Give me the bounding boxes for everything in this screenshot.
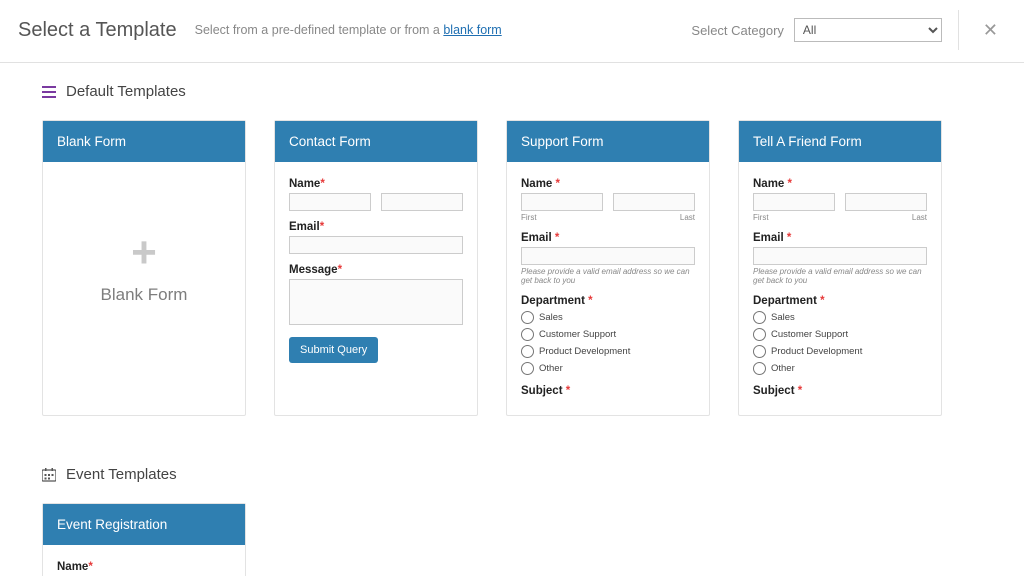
- hint-text: Please provide a valid email address so …: [521, 267, 695, 285]
- blank-form-link[interactable]: blank form: [443, 23, 501, 37]
- blank-label: Blank Form: [101, 285, 188, 305]
- field-label: Department: [521, 295, 588, 307]
- card-title: Tell A Friend Form: [739, 121, 941, 162]
- field-label: Subject: [753, 385, 798, 397]
- radio-option: Sales: [521, 311, 695, 324]
- input: [845, 193, 927, 211]
- category-select[interactable]: All: [794, 18, 942, 42]
- content-scroll[interactable]: Default Templates Blank Form + Blank For…: [0, 45, 1012, 576]
- list-icon: [42, 85, 56, 99]
- input: [753, 193, 835, 211]
- divider: [958, 10, 959, 50]
- field-label: Name: [289, 178, 320, 190]
- input: [521, 193, 603, 211]
- field-label: Email: [753, 232, 787, 244]
- card-title: Support Form: [507, 121, 709, 162]
- template-card-event-registration[interactable]: Event Registration Name* Email*: [42, 503, 246, 576]
- category-label: Select Category: [691, 23, 784, 38]
- card-title: Blank Form: [43, 121, 245, 162]
- field-label: Subject: [521, 385, 566, 397]
- close-icon[interactable]: ✕: [977, 20, 1004, 41]
- sublabel: First: [753, 213, 769, 222]
- input: [381, 193, 463, 211]
- modal-subtitle: Select from a pre-defined template or fr…: [195, 23, 502, 37]
- radio-option: Sales: [753, 311, 927, 324]
- sublabel: First: [521, 213, 537, 222]
- section-title: Event Templates: [66, 466, 177, 483]
- section-event-header: Event Templates: [42, 466, 984, 483]
- radio-option: Customer Support: [521, 328, 695, 341]
- input: [289, 193, 371, 211]
- input: [521, 247, 695, 265]
- hint-text: Please provide a valid email address so …: [753, 267, 927, 285]
- input: [753, 247, 927, 265]
- field-label: Name: [753, 178, 788, 190]
- textarea: [289, 279, 463, 325]
- radio-option: Product Development: [753, 345, 927, 358]
- field-label: Email: [289, 221, 320, 233]
- plus-icon: +: [131, 231, 157, 275]
- sublabel: Last: [680, 213, 695, 222]
- template-card-contact[interactable]: Contact Form Name* Email* Message* Submi…: [274, 120, 478, 416]
- field-label: Department: [753, 295, 820, 307]
- field-label: Name: [521, 178, 556, 190]
- template-card-tell-friend[interactable]: Tell A Friend Form Name * FirstLast Emai…: [738, 120, 942, 416]
- radio-option: Customer Support: [753, 328, 927, 341]
- radio-option: Other: [753, 362, 927, 375]
- template-card-support[interactable]: Support Form Name * FirstLast Email * Pl…: [506, 120, 710, 416]
- submit-button: Submit Query: [289, 337, 378, 363]
- input: [613, 193, 695, 211]
- template-card-blank[interactable]: Blank Form + Blank Form: [42, 120, 246, 416]
- section-default-header: Default Templates: [42, 83, 984, 100]
- card-title: Event Registration: [43, 504, 245, 545]
- card-title: Contact Form: [275, 121, 477, 162]
- radio-option: Product Development: [521, 345, 695, 358]
- sublabel: Last: [912, 213, 927, 222]
- modal-title: Select a Template: [18, 19, 177, 42]
- radio-option: Other: [521, 362, 695, 375]
- section-title: Default Templates: [66, 83, 186, 100]
- field-label: Name: [57, 561, 88, 573]
- calendar-icon: [42, 468, 56, 482]
- field-label: Email: [521, 232, 555, 244]
- input: [289, 236, 463, 254]
- field-label: Message: [289, 264, 338, 276]
